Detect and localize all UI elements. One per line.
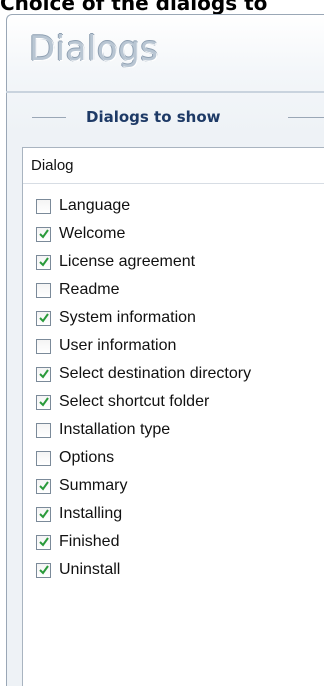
list-item-welcome[interactable]: Welcome: [23, 220, 324, 248]
checkbox-summary[interactable]: [36, 478, 51, 494]
group-line-left: [32, 117, 66, 118]
list-item-installing[interactable]: Installing: [23, 500, 324, 528]
group-line-right: [288, 117, 324, 118]
checkmark-icon: [39, 256, 49, 267]
list-item-select-destination-directory[interactable]: Select destination directory: [23, 360, 324, 388]
checkbox-select-shortcut-folder[interactable]: [36, 394, 51, 410]
list-item-readme[interactable]: Readme: [23, 276, 324, 304]
group-legend: Dialogs to show: [86, 108, 221, 126]
header-separator: [6, 91, 324, 93]
checkbox-language[interactable]: [36, 198, 51, 214]
list-item-label: Installing: [59, 505, 123, 522]
list-item-summary[interactable]: Summary: [23, 472, 324, 500]
checkbox-welcome[interactable]: [36, 226, 51, 242]
checkmark-icon: [39, 368, 49, 379]
checkmark-icon: [39, 480, 49, 491]
column-header-dialog[interactable]: Dialog: [31, 157, 74, 175]
list-item-label: Select shortcut folder: [59, 393, 210, 410]
list-item-label: System information: [59, 309, 196, 326]
list-item-select-shortcut-folder[interactable]: Select shortcut folder: [23, 388, 324, 416]
list-item-label: Options: [59, 449, 115, 466]
list-item-license-agreement[interactable]: License agreement: [23, 248, 324, 276]
list-item-user-information[interactable]: User information: [23, 332, 324, 360]
checkbox-uninstall[interactable]: [36, 562, 51, 578]
checkbox-readme[interactable]: [36, 282, 51, 298]
checkmark-icon: [39, 396, 49, 407]
checkbox-user-information[interactable]: [36, 338, 51, 354]
list-item-finished[interactable]: Finished: [23, 528, 324, 556]
list-item-label: User information: [59, 337, 177, 354]
checkbox-installing[interactable]: [36, 506, 51, 522]
dialogs-list[interactable]: Dialog Language Welcome License agreemen…: [22, 147, 324, 686]
checkmark-icon: [39, 508, 49, 519]
checkmark-icon: [39, 228, 49, 239]
panel-title: Dialogs: [29, 29, 159, 69]
list-item-label: Language: [59, 197, 131, 214]
list-item-label: Uninstall: [59, 561, 121, 578]
top-caption: Choice of the dialogs to: [0, 0, 268, 15]
checkbox-options[interactable]: [36, 450, 51, 466]
checkbox-select-destination-directory[interactable]: [36, 366, 51, 382]
list-rows: Language Welcome License agreement Readm…: [23, 192, 324, 584]
list-item-label: License agreement: [59, 253, 196, 270]
list-header[interactable]: Dialog: [23, 148, 324, 184]
checkmark-icon: [39, 312, 49, 323]
list-item-uninstall[interactable]: Uninstall: [23, 556, 324, 584]
checkmark-icon: [39, 536, 49, 547]
list-item-label: Summary: [59, 477, 128, 494]
list-item-label: Installation type: [59, 421, 171, 438]
checkbox-license-agreement[interactable]: [36, 254, 51, 270]
list-item-label: Finished: [59, 533, 120, 550]
page: Choice of the dialogs to Dialogs Dialogs…: [0, 0, 324, 686]
list-item-installation-type[interactable]: Installation type: [23, 416, 324, 444]
checkbox-installation-type[interactable]: [36, 422, 51, 438]
checkbox-finished[interactable]: [36, 534, 51, 550]
list-item-label: Readme: [59, 281, 120, 298]
list-item-language[interactable]: Language: [23, 192, 324, 220]
list-item-label: Welcome: [59, 225, 126, 242]
list-item-system-information[interactable]: System information: [23, 304, 324, 332]
checkbox-system-information[interactable]: [36, 310, 51, 326]
list-item-label: Select destination directory: [59, 365, 252, 382]
checkmark-icon: [39, 564, 49, 575]
list-item-options[interactable]: Options: [23, 444, 324, 472]
